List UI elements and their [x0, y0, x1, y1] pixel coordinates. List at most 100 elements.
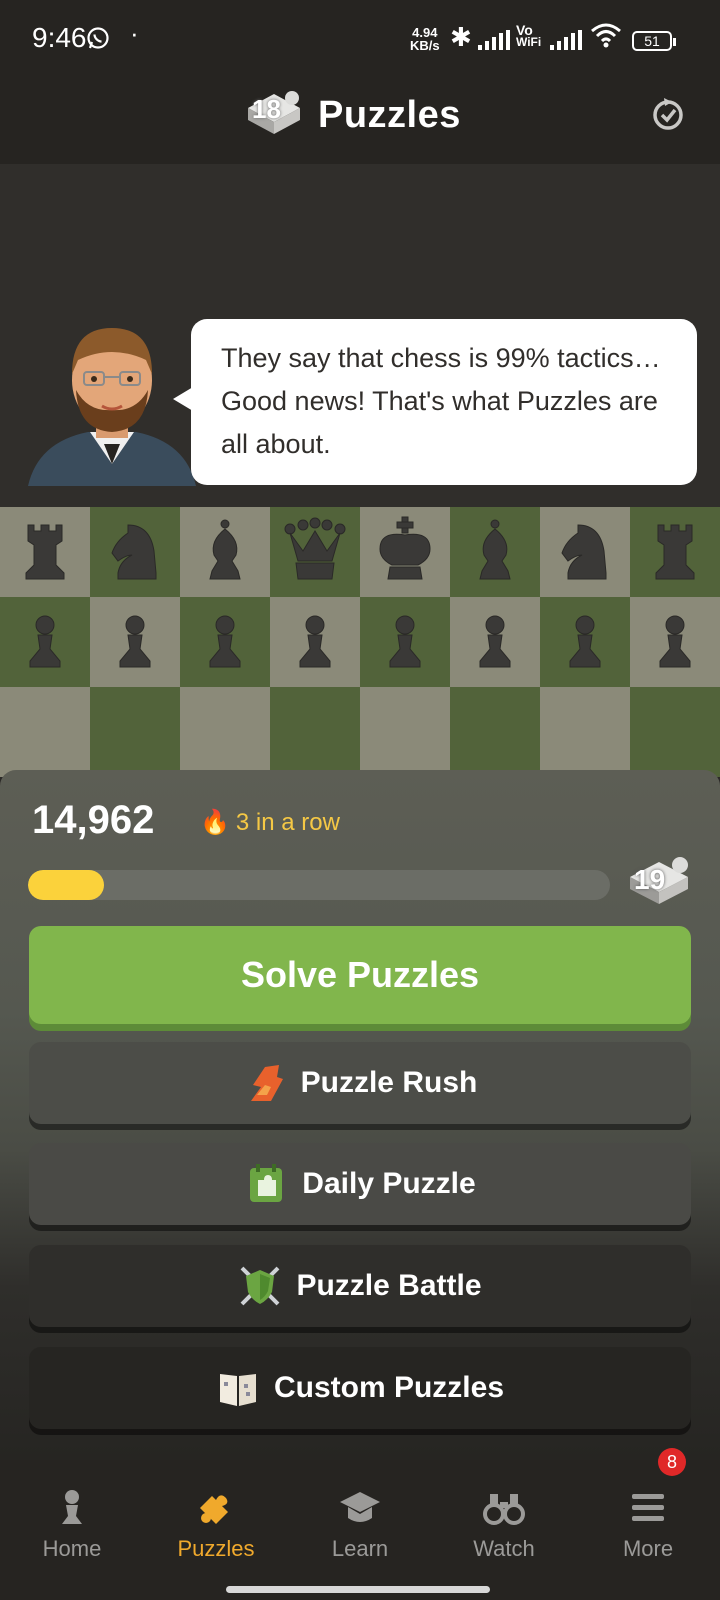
board-square	[90, 597, 180, 687]
knight-piece-icon	[561, 524, 607, 580]
nav-home[interactable]: Home	[0, 1488, 144, 1562]
coach-avatar	[28, 328, 196, 486]
board-square	[630, 687, 720, 777]
board-square	[450, 687, 540, 777]
king-piece-icon	[379, 516, 431, 580]
nav-more[interactable]: More	[576, 1488, 720, 1562]
home-indicator-bar[interactable]	[226, 1586, 490, 1593]
nav-home-label: Home	[42, 1536, 102, 1561]
pawn-piece-icon	[299, 615, 331, 668]
wifi-icon	[591, 23, 621, 48]
board-square	[450, 507, 540, 597]
custom-puzzles-button[interactable]: Custom Puzzles	[29, 1347, 691, 1429]
coach-speech-bubble: They say that chess is 99% tactics… Good…	[173, 319, 697, 485]
pawn-piece-icon	[209, 615, 241, 668]
whatsapp-icon	[87, 27, 109, 49]
puzzle-battle-button[interactable]: Puzzle Battle	[29, 1245, 691, 1327]
queen-piece-icon	[284, 517, 346, 580]
puzzle-panel: 14,962 🔥 3 in a row 19 Solve Puzzles Puzz…	[0, 770, 720, 1460]
board-square	[360, 597, 450, 687]
page-title: Puzzles	[318, 94, 461, 136]
pawn-piece-icon	[119, 615, 151, 668]
board-square	[540, 507, 630, 597]
board-square	[0, 507, 90, 597]
status-bar: 9:46 · 4.94 KB/s ✱ Vo WiFi 51	[0, 0, 720, 80]
board-square	[630, 597, 720, 687]
puzzle-rating: 14,962	[32, 798, 155, 842]
daily-puzzle-button[interactable]: Daily Puzzle	[29, 1143, 691, 1225]
board-square	[540, 597, 630, 687]
coach-message: They say that chess is 99% tactics… Good…	[221, 343, 661, 459]
board-square	[360, 687, 450, 777]
signal-icon-2	[550, 30, 582, 50]
rush-puzzle-piece-icon	[250, 1065, 283, 1101]
graduation-cap-icon	[340, 1492, 380, 1522]
history-icon[interactable]	[650, 96, 686, 132]
shield-swords-icon	[241, 1266, 280, 1306]
net-speed-unit: KB/s	[410, 38, 440, 53]
rook-piece-icon	[25, 524, 65, 580]
board-square	[270, 597, 360, 687]
solve-puzzles-label: Solve Puzzles	[240, 954, 480, 995]
board-square	[0, 597, 90, 687]
bluetooth-icon: ✱	[450, 22, 472, 52]
bishop-piece-icon	[479, 519, 511, 580]
bottom-navigation: Home Puzzles Learn Watch More 8	[0, 1448, 720, 1600]
streak-indicator: 🔥 3 in a row	[200, 808, 340, 837]
board-square	[180, 687, 270, 777]
puzzle-rush-button[interactable]: Puzzle Rush	[29, 1042, 691, 1124]
open-book-icon	[219, 1374, 256, 1406]
rook-piece-icon	[655, 524, 695, 580]
board-square	[180, 507, 270, 597]
nav-watch-label: Watch	[473, 1536, 535, 1561]
battery-level: 51	[644, 33, 660, 49]
puzzle-battle-label: Puzzle Battle	[296, 1269, 482, 1302]
net-speed: 4.94 KB/s	[410, 26, 440, 52]
board-square	[90, 507, 180, 597]
wifi-label: WiFi	[516, 35, 542, 49]
menu-icon	[632, 1494, 664, 1521]
solve-puzzles-button[interactable]: Solve Puzzles	[29, 926, 691, 1024]
vowifi-indicator: Vo WiFi	[516, 23, 542, 49]
nav-watch[interactable]: Watch	[432, 1488, 576, 1562]
board-square	[540, 687, 630, 777]
bishop-piece-icon	[209, 519, 241, 580]
puzzle-rush-label: Puzzle Rush	[300, 1066, 478, 1099]
board-square	[630, 507, 720, 597]
board-square	[180, 597, 270, 687]
board-square	[0, 687, 90, 777]
board-square	[450, 597, 540, 687]
nav-puzzles-label: Puzzles	[177, 1536, 255, 1561]
next-badge-number: 19	[634, 864, 666, 895]
daily-puzzle-label: Daily Puzzle	[302, 1167, 476, 1200]
nav-learn-label: Learn	[331, 1536, 389, 1561]
notification-dot: ·	[130, 18, 139, 48]
pawn-icon	[62, 1490, 82, 1524]
nav-puzzles[interactable]: Puzzles	[144, 1488, 288, 1562]
pawn-piece-icon	[659, 615, 691, 668]
app-header: 18 Puzzles	[0, 80, 720, 164]
calendar-puzzle-icon	[250, 1164, 283, 1202]
binoculars-icon	[483, 1494, 525, 1525]
header-badge-number: 18	[252, 94, 281, 124]
signal-icon	[478, 30, 510, 50]
nav-more-label: More	[622, 1536, 674, 1561]
progress-fill	[28, 870, 104, 900]
pawn-piece-icon	[569, 615, 601, 668]
nav-learn[interactable]: Learn	[288, 1488, 432, 1562]
chess-board	[0, 507, 720, 779]
flame-icon: 🔥	[200, 809, 230, 836]
coach-section: They say that chess is 99% tactics… Good…	[0, 164, 720, 508]
pawn-piece-icon	[479, 615, 511, 668]
knight-piece-icon	[111, 524, 157, 580]
pawn-piece-icon	[29, 615, 61, 668]
board-square	[360, 507, 450, 597]
board-square	[90, 687, 180, 777]
more-notification-badge: 8	[658, 1448, 686, 1476]
streak-text: 3 in a row	[235, 809, 340, 836]
pawn-piece-icon	[389, 615, 421, 668]
battery-icon: 51	[632, 31, 676, 51]
custom-puzzles-label: Custom Puzzles	[273, 1371, 505, 1404]
board-square	[270, 507, 360, 597]
status-time: 9:46	[32, 22, 87, 53]
